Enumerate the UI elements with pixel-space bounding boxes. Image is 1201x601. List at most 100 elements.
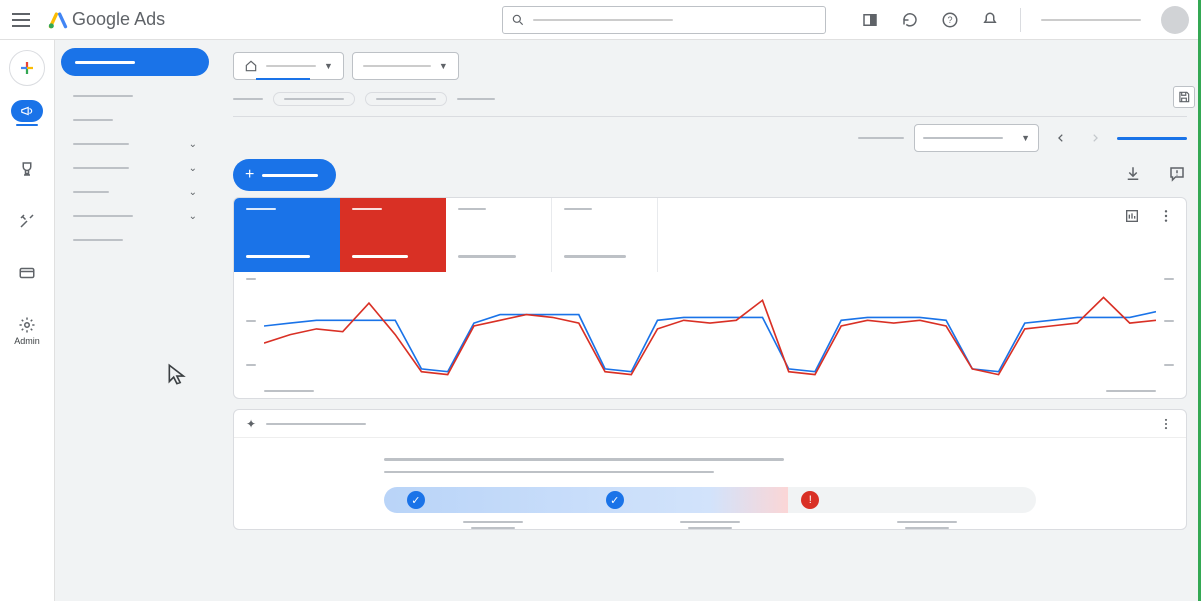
product-logo[interactable]: Google Ads bbox=[48, 9, 165, 30]
hamburger-menu-icon[interactable] bbox=[12, 8, 36, 32]
insights-more-icon[interactable] bbox=[1158, 416, 1174, 432]
divider bbox=[233, 116, 1187, 117]
sidebar-item[interactable]: ⌄ bbox=[61, 156, 209, 180]
crumb-text bbox=[457, 98, 495, 100]
campaign-label bbox=[363, 65, 431, 67]
avatar[interactable] bbox=[1161, 6, 1189, 34]
line-chart bbox=[264, 286, 1156, 386]
date-summary-label bbox=[858, 137, 904, 139]
metric-name bbox=[352, 208, 382, 210]
metric-tile[interactable] bbox=[234, 198, 340, 272]
account-label bbox=[266, 65, 316, 67]
sparkle-icon: ✦ bbox=[246, 417, 256, 431]
sidebar-item[interactable]: ⌄ bbox=[61, 180, 209, 204]
chart-area bbox=[234, 272, 1186, 398]
metric-name bbox=[564, 208, 592, 210]
chevron-down-icon: ⌄ bbox=[189, 139, 197, 150]
compare-toggle[interactable] bbox=[1117, 137, 1187, 140]
metric-value bbox=[564, 255, 626, 258]
header-divider bbox=[1020, 8, 1021, 32]
metric-tile[interactable] bbox=[340, 198, 446, 272]
next-period-button[interactable] bbox=[1083, 126, 1107, 150]
actions-row: + bbox=[233, 159, 1187, 191]
chevron-down-icon: ⌄ bbox=[189, 163, 197, 174]
chevron-down-icon: ⌄ bbox=[189, 187, 197, 198]
expand-chart-icon[interactable] bbox=[1124, 208, 1142, 226]
main-content: ▼ ▼ ▼ + bbox=[215, 40, 1201, 601]
rail-goals[interactable] bbox=[9, 160, 45, 178]
create-button[interactable] bbox=[9, 50, 45, 86]
performance-card bbox=[233, 197, 1187, 399]
chart-series-metric-a bbox=[264, 312, 1156, 372]
tools-icon bbox=[18, 212, 36, 230]
crumb-text bbox=[233, 98, 263, 100]
feedback-icon[interactable] bbox=[1167, 165, 1187, 185]
date-range-selector[interactable]: ▼ bbox=[914, 124, 1039, 152]
app-header: Google Ads ? bbox=[0, 0, 1201, 40]
appearance-icon[interactable] bbox=[860, 10, 880, 30]
x-axis-end-label bbox=[1106, 390, 1156, 392]
new-campaign-button[interactable]: + bbox=[233, 159, 336, 191]
progress-labels bbox=[384, 521, 1036, 529]
header-actions: ? bbox=[860, 6, 1189, 34]
chevron-down-icon: ▼ bbox=[324, 61, 333, 71]
new-campaign-label bbox=[262, 174, 318, 177]
metric-value bbox=[352, 255, 408, 258]
metric-name bbox=[458, 208, 486, 210]
home-icon bbox=[244, 59, 258, 73]
metric-name bbox=[246, 208, 276, 210]
trophy-icon bbox=[18, 160, 36, 178]
metric-tile[interactable] bbox=[552, 198, 658, 272]
metrics-strip bbox=[234, 198, 1186, 272]
svg-text:?: ? bbox=[947, 15, 952, 25]
sidebar-item[interactable]: ⌄ bbox=[61, 132, 209, 156]
google-ads-logo-icon bbox=[48, 10, 68, 30]
product-name: Google Ads bbox=[72, 9, 165, 30]
chevron-down-icon: ⌄ bbox=[189, 211, 197, 222]
sidebar-item[interactable] bbox=[61, 228, 209, 252]
side-panel-header-label bbox=[75, 61, 135, 64]
metric-value bbox=[458, 255, 516, 258]
insight-subtext bbox=[384, 471, 714, 473]
sidebar-item[interactable] bbox=[61, 84, 209, 108]
rail-active-indicator bbox=[16, 124, 38, 126]
sidebar-item-label bbox=[73, 215, 133, 217]
campaign-selector[interactable]: ▼ bbox=[352, 52, 459, 80]
refresh-icon[interactable] bbox=[900, 10, 920, 30]
chevron-down-icon: ▼ bbox=[439, 61, 448, 71]
prev-period-button[interactable] bbox=[1049, 126, 1073, 150]
more-menu-icon[interactable] bbox=[1158, 208, 1176, 226]
notifications-icon[interactable] bbox=[980, 10, 1000, 30]
rail-billing[interactable] bbox=[9, 264, 45, 282]
crumb-filter-pill[interactable] bbox=[273, 92, 355, 106]
help-icon[interactable]: ? bbox=[940, 10, 960, 30]
insights-header: ✦ bbox=[234, 410, 1186, 438]
download-icon[interactable] bbox=[1123, 165, 1143, 185]
rail-campaigns[interactable] bbox=[9, 100, 45, 126]
sidebar-item-label bbox=[73, 191, 109, 193]
save-view-icon[interactable] bbox=[1173, 86, 1195, 108]
chart-series-metric-b bbox=[264, 297, 1156, 374]
sidebar-item[interactable]: ⌄ bbox=[61, 204, 209, 228]
sidebar-item[interactable] bbox=[61, 108, 209, 132]
rail-admin-label: Admin bbox=[14, 336, 40, 346]
step-warn-badge: ! bbox=[801, 491, 819, 509]
date-range-value bbox=[923, 137, 1003, 139]
insights-title bbox=[266, 423, 366, 425]
metric-tile[interactable] bbox=[446, 198, 552, 272]
account-selector[interactable]: ▼ bbox=[233, 52, 344, 80]
side-panel-header[interactable] bbox=[61, 48, 209, 76]
x-axis-start-label bbox=[264, 390, 314, 392]
gear-icon bbox=[18, 316, 36, 334]
crumb-filter-pill[interactable] bbox=[365, 92, 447, 106]
rail-tools[interactable] bbox=[9, 212, 45, 230]
sidebar-item-label bbox=[73, 95, 133, 97]
rail-admin[interactable]: Admin bbox=[9, 316, 45, 346]
search-input-wrapper[interactable] bbox=[502, 6, 826, 34]
chevron-down-icon: ▼ bbox=[1021, 133, 1030, 143]
step-done-badge: ✓ bbox=[407, 491, 425, 509]
side-panel: ⌄ ⌄ ⌄ ⌄ bbox=[55, 40, 215, 601]
insight-heading bbox=[384, 458, 784, 461]
account-label[interactable] bbox=[1041, 19, 1141, 21]
search-placeholder-line bbox=[533, 19, 673, 21]
